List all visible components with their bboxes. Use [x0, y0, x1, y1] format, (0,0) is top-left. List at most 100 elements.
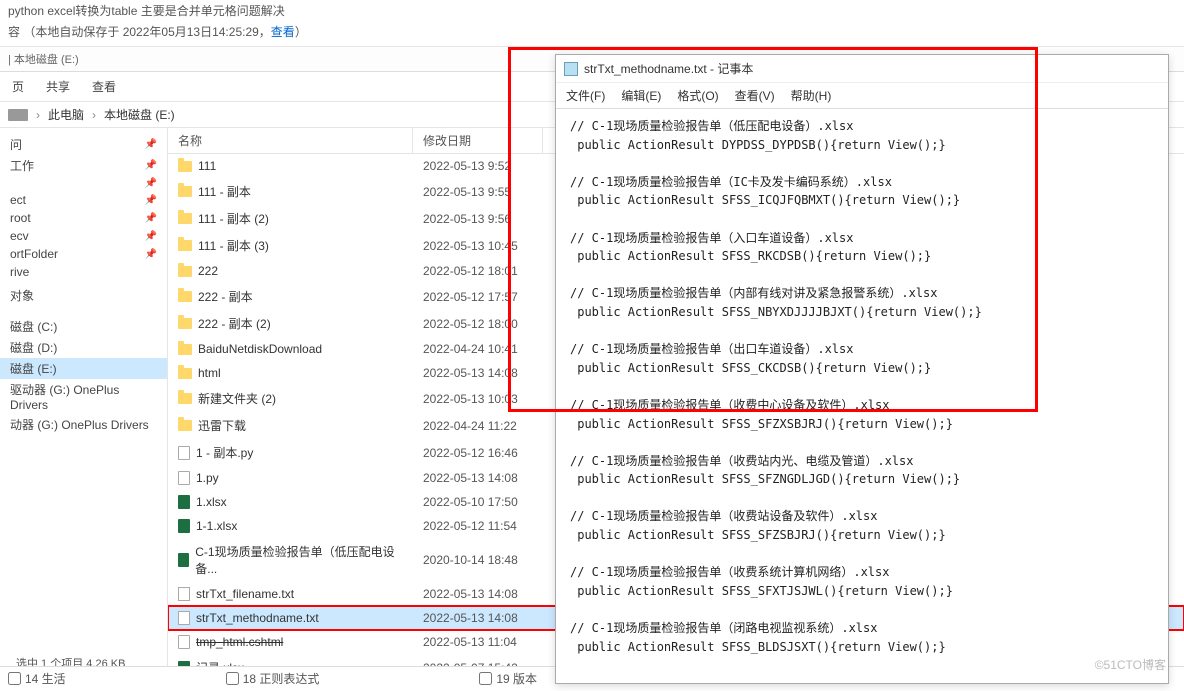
notepad-window: strTxt_methodname.txt - 记事本 文件(F) 编辑(E) …: [555, 54, 1169, 684]
crumb-drive[interactable]: 本地磁盘 (E:): [104, 106, 175, 123]
chevron-right-icon[interactable]: ›: [36, 108, 40, 122]
file-name: 111 - 副本 (2): [198, 210, 269, 227]
menu-format[interactable]: 格式(O): [677, 87, 718, 104]
pin-icon: 📌: [145, 139, 157, 150]
nav-item[interactable]: rive: [0, 263, 167, 281]
folder-icon: [178, 344, 192, 355]
autosave-line: 容 （本地自动保存于 2022年05月13日14:25:29，查看）: [0, 21, 1184, 42]
folder-icon: [178, 240, 192, 251]
excel-icon: [178, 553, 189, 567]
drive-item[interactable]: 驱动器 (G:) OnePlus Drivers: [0, 379, 167, 414]
crumb-pc[interactable]: 此电脑: [48, 106, 84, 123]
folder-icon: [178, 161, 192, 172]
file-date: 2022-05-13 11:04: [413, 631, 543, 653]
drive-item[interactable]: 磁盘 (C:): [0, 316, 167, 337]
nav-item[interactable]: 对象: [0, 285, 167, 306]
autosave-prefix: 容: [8, 25, 20, 39]
nav-item[interactable]: 问📌: [0, 134, 167, 155]
navigation-pane: 问📌工作📌 📌 ect📌root📌ecv📌ortFolder📌rive 对象 磁盘 (…: [0, 128, 168, 674]
nav-item[interactable]: 📌: [0, 176, 167, 191]
pin-icon: 📌: [145, 231, 157, 242]
file-name: 1.xlsx: [196, 495, 227, 509]
menu-file[interactable]: 文件(F): [566, 87, 605, 104]
folder-icon: [178, 368, 192, 379]
file-date: 2022-04-24 11:22: [413, 415, 543, 437]
check-regex[interactable]: 18 正则表达式: [226, 670, 320, 687]
file-date: 2022-05-13 9:52: [413, 155, 543, 177]
file-name: 111 - 副本: [198, 183, 251, 200]
file-icon: [178, 446, 190, 460]
folder-icon: [178, 420, 192, 431]
drive-item[interactable]: 磁盘 (D:): [0, 337, 167, 358]
file-icon: [178, 471, 190, 485]
notepad-titlebar[interactable]: strTxt_methodname.txt - 记事本: [556, 55, 1168, 83]
autosave-main: （本地自动保存于 2022年05月13日14:25:29，: [23, 25, 270, 39]
col-header-name[interactable]: 名称: [168, 128, 413, 153]
file-name: 222 - 副本: [198, 288, 253, 305]
file-name: BaiduNetdiskDownload: [198, 342, 322, 356]
notepad-title-text: strTxt_methodname.txt - 记事本: [584, 60, 753, 77]
tab-share[interactable]: 共享: [46, 78, 70, 95]
nav-item[interactable]: 工作📌: [0, 155, 167, 176]
folder-icon: [178, 318, 192, 329]
nav-item[interactable]: ecv📌: [0, 227, 167, 245]
tab-page[interactable]: 页: [12, 78, 24, 95]
file-date: 2022-05-12 11:54: [413, 515, 543, 537]
file-name: 222 - 副本 (2): [198, 315, 271, 332]
file-name: html: [198, 366, 221, 380]
file-date: 2020-10-14 18:48: [413, 549, 543, 571]
chevron-right-icon[interactable]: ›: [92, 108, 96, 122]
text-icon: [178, 611, 190, 625]
file-name: tmp_html.cshtml: [196, 635, 283, 649]
file-date: 2022-05-13 14:08: [413, 467, 543, 489]
file-date: 2022-05-12 16:46: [413, 442, 543, 464]
col-header-date[interactable]: 修改日期: [413, 128, 543, 153]
file-date: 2022-05-13 10:03: [413, 388, 543, 410]
folder-icon: [178, 266, 192, 277]
pin-icon: 📌: [145, 249, 157, 260]
file-date: 2022-05-13 9:56: [413, 208, 543, 230]
page-top-title: python excel转换为table 主要是合并单元格问题解决: [0, 0, 1184, 21]
menu-edit[interactable]: 编辑(E): [621, 87, 661, 104]
file-name: 1 - 副本.py: [196, 444, 253, 461]
drive-icon: [8, 109, 28, 121]
menu-help[interactable]: 帮助(H): [791, 87, 832, 104]
notepad-content[interactable]: // C-1现场质量检验报告单（低压配电设备）.xlsx public Acti…: [556, 109, 1168, 664]
file-date: 2022-05-13 14:08: [413, 583, 543, 605]
file-date: 2022-05-13 10:45: [413, 235, 543, 257]
pin-icon: 📌: [145, 213, 157, 224]
pin-icon: 📌: [145, 178, 157, 189]
autosave-view-link[interactable]: 查看: [271, 25, 295, 39]
file-name: C-1现场质量检验报告单（低压配电设备...: [195, 543, 403, 577]
drive-item[interactable]: 动器 (G:) OnePlus Drivers: [0, 414, 167, 435]
text-icon: [178, 587, 190, 601]
nav-item[interactable]: ortFolder📌: [0, 245, 167, 263]
file-date: 2022-05-13 9:55: [413, 181, 543, 203]
file-date: 2022-04-24 10:41: [413, 338, 543, 360]
file-icon: [178, 635, 190, 649]
excel-icon: [178, 495, 190, 509]
file-date: 2022-05-13 14:08: [413, 607, 543, 629]
check-life[interactable]: 14 生活: [8, 670, 66, 687]
notepad-menu: 文件(F) 编辑(E) 格式(O) 查看(V) 帮助(H): [556, 83, 1168, 109]
nav-item[interactable]: root📌: [0, 209, 167, 227]
file-name: 111 - 副本 (3): [198, 237, 269, 254]
file-date: 2022-05-12 17:57: [413, 286, 543, 308]
tab-view[interactable]: 查看: [92, 78, 116, 95]
file-date: 2022-05-12 18:00: [413, 313, 543, 335]
file-date: 2022-05-10 17:50: [413, 491, 543, 513]
file-name: 迅雷下载: [198, 417, 246, 434]
file-name: 1.py: [196, 471, 219, 485]
file-date: 2022-05-13 14:08: [413, 362, 543, 384]
notepad-icon: [564, 62, 578, 76]
excel-icon: [178, 519, 190, 533]
menu-view[interactable]: 查看(V): [735, 87, 775, 104]
file-name: 111: [198, 159, 216, 173]
drive-item[interactable]: 磁盘 (E:): [0, 358, 167, 379]
check-version[interactable]: 19 版本: [479, 670, 537, 687]
file-name: 新建文件夹 (2): [198, 390, 276, 407]
folder-icon: [178, 213, 192, 224]
nav-item[interactable]: ect📌: [0, 191, 167, 209]
file-name: 1-1.xlsx: [196, 519, 237, 533]
autosave-suffix: ）: [295, 25, 307, 39]
